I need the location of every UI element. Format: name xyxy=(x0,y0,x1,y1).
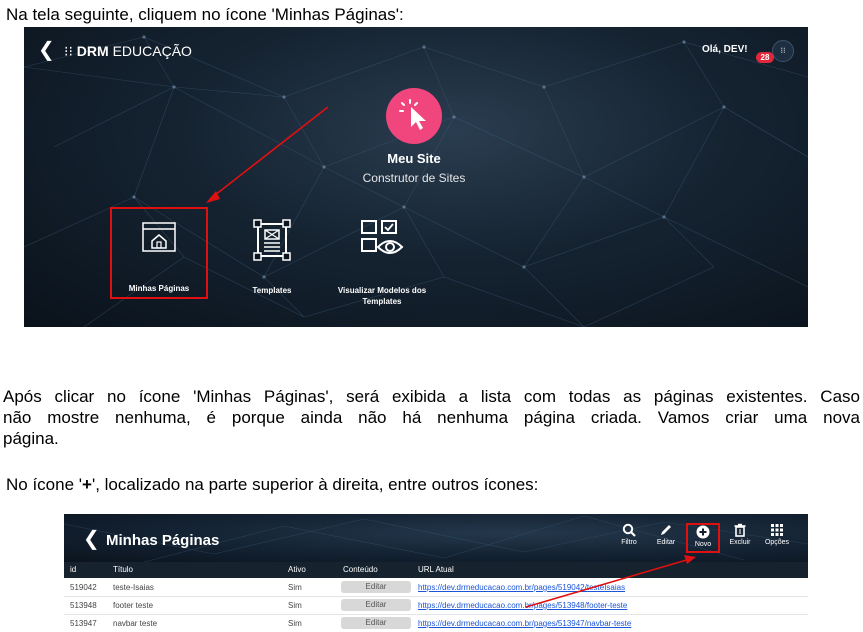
column-header: id xyxy=(70,565,77,574)
avatar[interactable]: ⁝⁝ xyxy=(772,40,794,62)
tile-label: Minhas Páginas xyxy=(128,284,190,293)
back-button[interactable]: ❮ xyxy=(83,526,100,550)
search-icon xyxy=(622,523,636,537)
cell-title: footer teste xyxy=(113,601,154,610)
plus-icon-instruction: No ícone '+', localizado na parte superi… xyxy=(6,475,539,494)
grid-icon xyxy=(771,524,783,536)
notification-badge: 28 xyxy=(756,52,774,63)
excluir-button[interactable]: Excluir xyxy=(723,523,757,546)
app-title: Meu Site xyxy=(387,151,441,166)
site-builder-app-icon xyxy=(386,88,442,144)
home-page-icon xyxy=(142,222,176,252)
plus-circle-icon xyxy=(696,525,710,539)
cell-id: 519042 xyxy=(70,583,97,592)
page-title: Minhas Páginas xyxy=(106,532,220,549)
tool-label: Filtro xyxy=(621,539,637,546)
site-builder-screenshot: ❮ ⁝⁝ DRM EDUCAÇÃO Olá, DEV! ⁝⁝ 28 Meu Si… xyxy=(24,27,808,327)
novo-button[interactable]: Novo xyxy=(686,523,720,553)
editar-content-button[interactable]: Editar xyxy=(341,581,411,593)
cell-ativo: Sim xyxy=(288,583,302,592)
page-url-link[interactable]: https://dev.drmeducacao.com.br/pages/513… xyxy=(418,601,627,610)
table-row[interactable]: 513948 footer teste Sim Editar https://d… xyxy=(64,596,808,615)
column-header: Ativo xyxy=(288,565,306,574)
cell-id: 513948 xyxy=(70,601,97,610)
minhas-paginas-tile[interactable]: Minhas Páginas xyxy=(110,207,208,299)
cell-ativo: Sim xyxy=(288,619,302,628)
opcoes-button[interactable]: Opções xyxy=(760,523,794,546)
visualizar-modelos-tile[interactable]: Visualizar Modelos dos Templates xyxy=(330,219,434,307)
list-header: ❮ Minhas Páginas Filtro Editar Novo Excl… xyxy=(64,514,808,562)
cell-id: 513947 xyxy=(70,619,97,628)
tile-label: Visualizar Modelos dos Templates xyxy=(337,286,427,306)
intro-text: Na tela seguinte, cliquem no ícone 'Minh… xyxy=(6,5,404,24)
column-header: URL Atual xyxy=(418,565,454,574)
tool-label: Editar xyxy=(656,539,676,546)
top-bar: ❮ ⁝⁝ DRM EDUCAÇÃO Olá, DEV! ⁝⁝ 28 xyxy=(24,27,808,73)
editar-content-button[interactable]: Editar xyxy=(341,599,411,611)
cell-title: navbar teste xyxy=(113,619,158,628)
app-subtitle: Construtor de Sites xyxy=(362,171,466,185)
trash-icon xyxy=(734,523,746,537)
paragraph-line: não mostre nenhuma, é porque ainda não h… xyxy=(3,408,860,427)
cell-title: teste-Isaias xyxy=(113,583,154,592)
tool-label: Excluir xyxy=(729,539,751,546)
page-url-link[interactable]: https://dev.drmeducacao.com.br/pages/513… xyxy=(418,619,631,628)
template-document-icon xyxy=(253,219,291,261)
drm-logo: ⁝⁝ DRM EDUCAÇÃO xyxy=(64,43,192,59)
minhas-paginas-list-screenshot: ❮ Minhas Páginas Filtro Editar Novo Excl… xyxy=(64,514,808,632)
cursor-click-icon xyxy=(399,99,426,130)
tile-label: Templates xyxy=(252,286,292,295)
user-greeting: Olá, DEV! xyxy=(702,44,748,55)
templates-tile[interactable]: Templates xyxy=(236,219,308,296)
filtro-button[interactable]: Filtro xyxy=(612,523,646,546)
table-row[interactable]: 519042 teste-Isaias Sim Editar https://d… xyxy=(64,578,808,597)
table-row[interactable]: 513947 navbar teste Sim Editar https://d… xyxy=(64,614,808,632)
editar-content-button[interactable]: Editar xyxy=(341,617,411,629)
pointer-arrow-line xyxy=(209,106,329,200)
instruction-paragraph: Após clicar no ícone 'Minhas Páginas', s… xyxy=(3,386,860,449)
tool-label: Opções xyxy=(764,539,790,546)
column-header: Título xyxy=(113,565,134,574)
cell-ativo: Sim xyxy=(288,601,302,610)
tool-label: Novo xyxy=(694,541,712,548)
back-button[interactable]: ❮ xyxy=(38,37,55,61)
editar-button[interactable]: Editar xyxy=(649,523,683,546)
pencil-icon xyxy=(661,525,671,535)
paragraph-line: página. xyxy=(3,429,59,448)
column-header: Conteúdo xyxy=(343,565,378,574)
preview-templates-icon xyxy=(361,220,404,254)
table-header: id Título Ativo Conteúdo URL Atual xyxy=(64,562,808,578)
page-url-link[interactable]: https://dev.drmeducacao.com.br/pages/519… xyxy=(418,583,625,592)
paragraph-line: Após clicar no ícone 'Minhas Páginas', s… xyxy=(3,387,860,406)
